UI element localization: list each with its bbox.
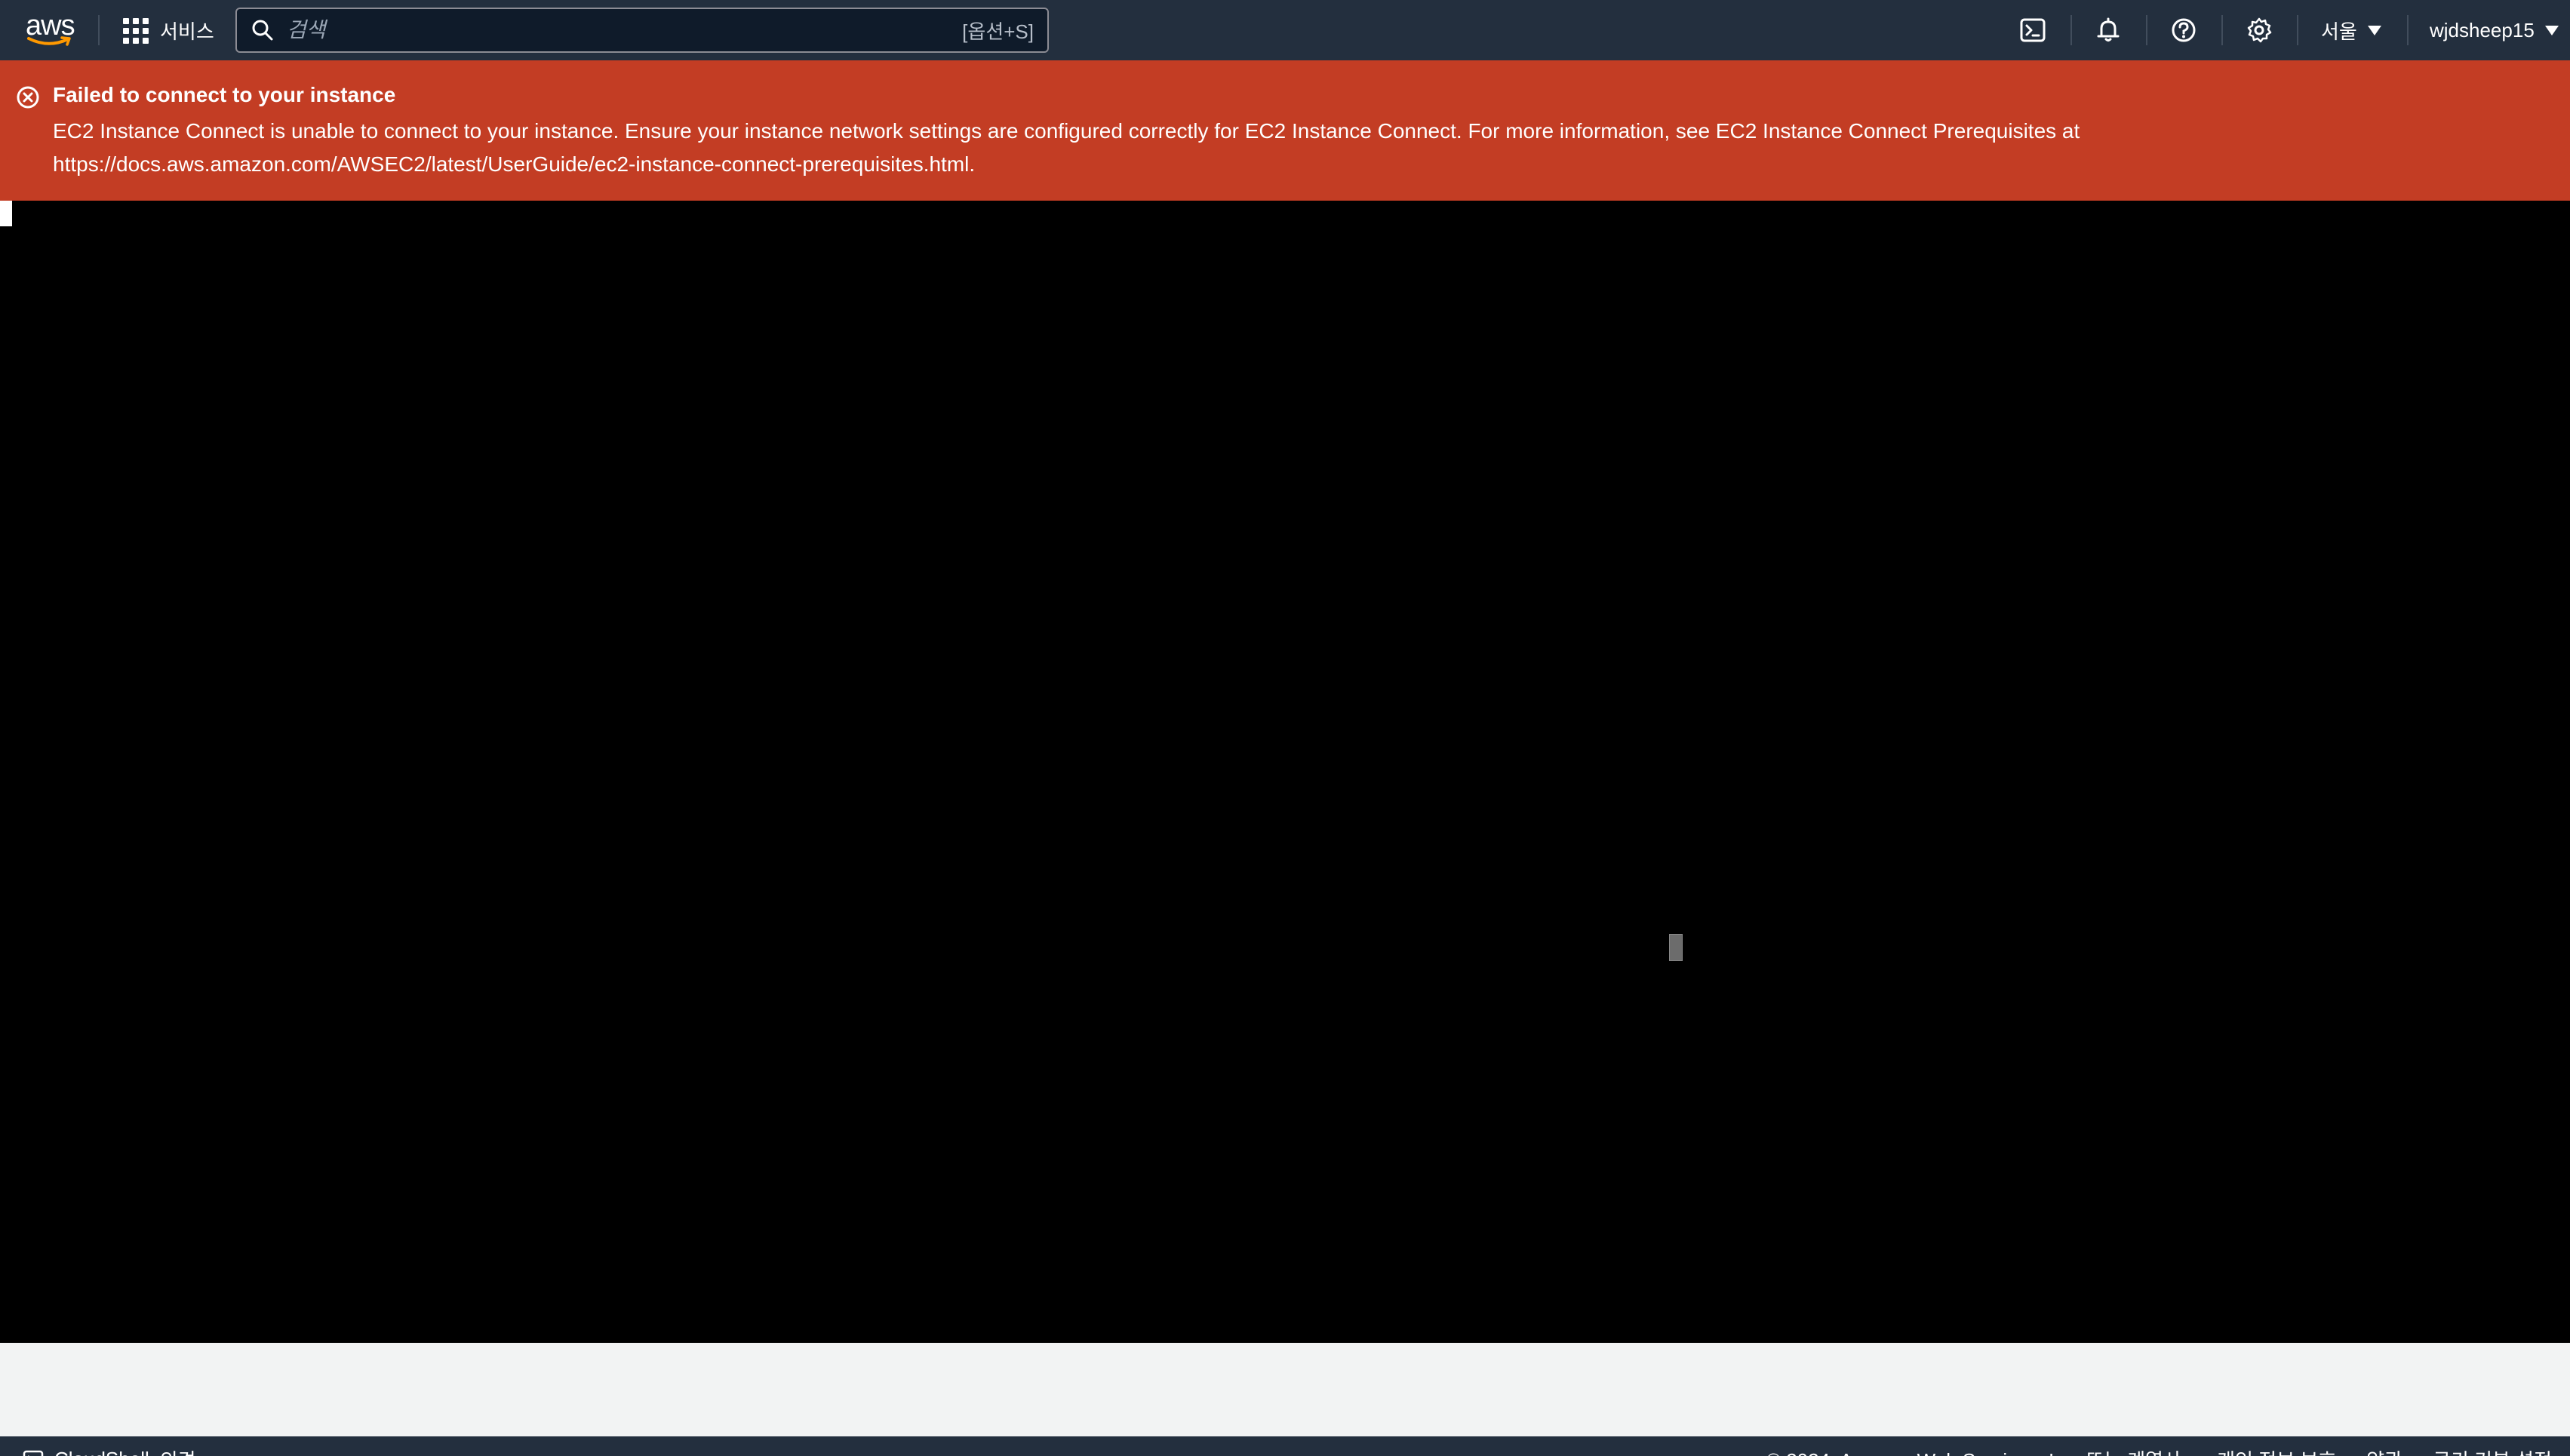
caret-down-icon xyxy=(2367,25,2381,35)
caret-down-icon xyxy=(2544,25,2559,35)
cloudshell-button[interactable] xyxy=(2018,15,2048,45)
region-label: 서울 xyxy=(2321,20,2357,43)
notifications-button[interactable] xyxy=(2093,15,2123,45)
nav-divider xyxy=(2297,15,2298,45)
footer-copyright: © 2024, Amazon Web Services, Inc. 또는 계열사… xyxy=(1766,1445,2187,1456)
text-cursor-indicator xyxy=(1669,934,1683,961)
account-label: wjdsheep15 xyxy=(2430,18,2535,41)
nav-divider xyxy=(98,15,100,45)
grid-icon xyxy=(122,17,149,44)
services-menu-button[interactable]: 서비스 xyxy=(122,15,214,45)
footer-cloudshell-link[interactable]: CloudShell xyxy=(54,1448,149,1456)
nav-divider xyxy=(2221,15,2223,45)
footer-terms-link[interactable]: 약관 xyxy=(2366,1445,2402,1456)
terminal-window[interactable] xyxy=(0,201,2570,1343)
footer: CloudShell 의견 © 2024, Amazon Web Service… xyxy=(0,1436,2570,1456)
bell-icon xyxy=(2097,17,2120,41)
aws-smile-icon xyxy=(27,36,71,46)
services-label: 서비스 xyxy=(160,20,214,43)
top-navigation: aws 서비스 [옵션+S] xyxy=(0,0,2570,60)
content-padding-area xyxy=(0,1343,2570,1436)
nav-divider xyxy=(2407,15,2409,45)
help-button[interactable] xyxy=(2169,15,2199,45)
settings-button[interactable] xyxy=(2244,15,2274,45)
footer-cookie-link[interactable]: 쿠키 기본 설정 xyxy=(2433,1445,2552,1456)
nav-divider xyxy=(2070,15,2072,45)
aws-logo[interactable]: aws xyxy=(23,11,75,48)
cloudshell-icon xyxy=(2020,18,2046,42)
help-icon xyxy=(2172,18,2196,42)
region-selector[interactable]: 서울 xyxy=(2321,15,2381,45)
terminal-cursor xyxy=(0,201,12,226)
search-bar[interactable]: [옵션+S] xyxy=(235,8,1049,53)
search-shortcut-hint: [옵션+S] xyxy=(962,20,1034,43)
search-icon xyxy=(252,20,273,41)
gear-icon xyxy=(2247,17,2272,43)
footer-privacy-link[interactable]: 개인 정보 보호 xyxy=(2217,1445,2336,1456)
nav-divider xyxy=(2146,15,2147,45)
error-title: Failed to connect to your instance xyxy=(53,83,396,106)
footer-feedback-link[interactable]: 의견 xyxy=(160,1445,196,1456)
cloudshell-icon xyxy=(23,1450,44,1456)
error-circle-icon xyxy=(17,86,39,109)
account-menu[interactable]: wjdsheep15 xyxy=(2430,15,2559,45)
search-input[interactable] xyxy=(285,17,963,43)
error-message: EC2 Instance Connect is unable to connec… xyxy=(53,119,2080,176)
